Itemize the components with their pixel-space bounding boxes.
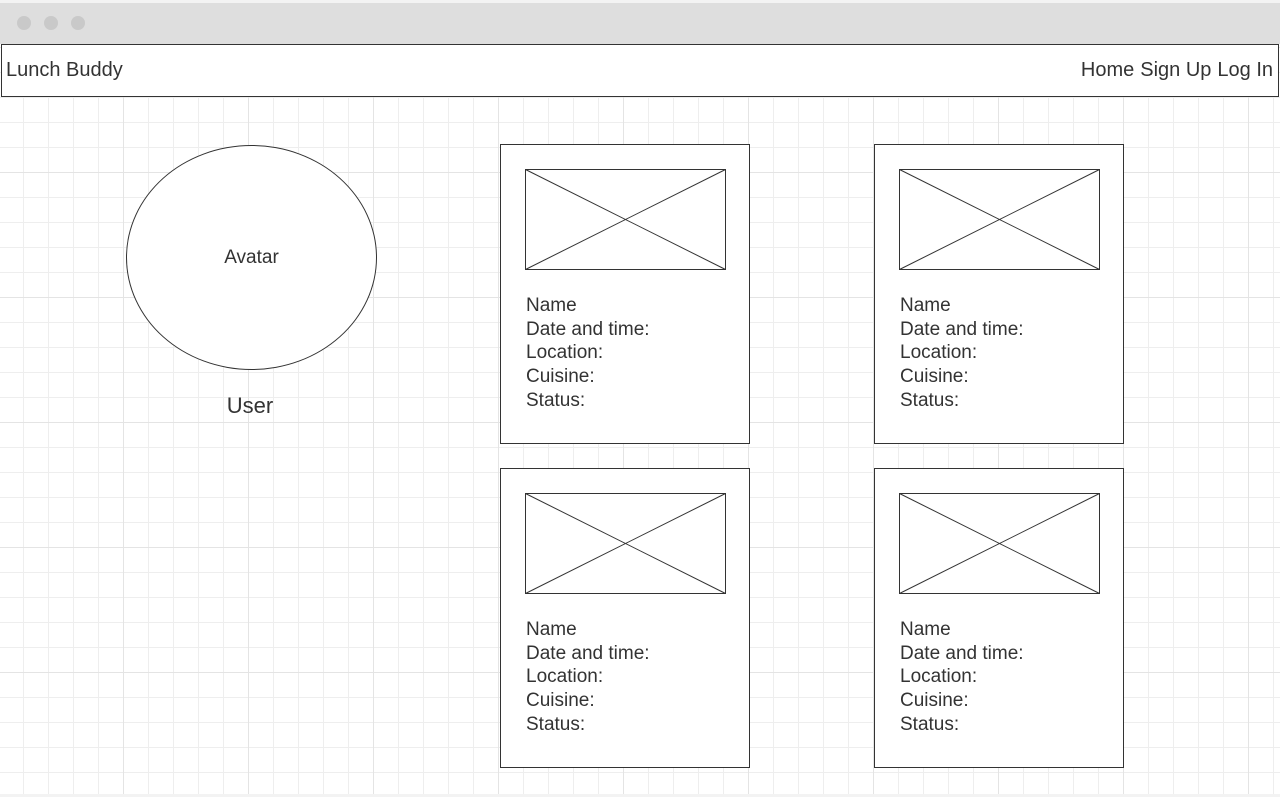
user-name: User xyxy=(226,393,274,418)
image-placeholder-icon xyxy=(899,169,1100,270)
nav-links: Home Sign Up Log In xyxy=(1081,59,1273,82)
card-name: Name xyxy=(526,619,577,640)
lunch-card[interactable]: Name Date and time: Location: Cuisine: S… xyxy=(874,468,1124,768)
card-location: Location: xyxy=(526,342,604,364)
card-location: Location: xyxy=(526,666,604,688)
card-cuisine: Cuisine: xyxy=(900,366,969,388)
minimize-window-dot[interactable] xyxy=(44,16,58,30)
avatar[interactable]: Avatar xyxy=(126,145,377,370)
card-status: Status: xyxy=(526,389,586,411)
lunch-card[interactable]: Name Date and time: Location: Cuisine: S… xyxy=(874,144,1124,444)
card-name: Name xyxy=(900,295,951,316)
navbar: Lunch Buddy Home Sign Up Log In xyxy=(1,44,1279,97)
card-location: Location: xyxy=(900,666,978,688)
window-titlebar xyxy=(0,3,1280,44)
card-name: Name xyxy=(900,619,951,640)
brand-logo-text[interactable]: Lunch Buddy xyxy=(6,59,123,82)
card-date-time: Date and time: xyxy=(526,318,650,340)
card-date-time: Date and time: xyxy=(526,642,650,664)
card-cuisine: Cuisine: xyxy=(526,366,595,388)
nav-link-log-in[interactable]: Log In xyxy=(1217,59,1273,82)
card-fields: Name Date and time: Location: Cuisine: S… xyxy=(526,618,650,737)
nav-link-home[interactable]: Home xyxy=(1081,59,1134,82)
nav-link-sign-up[interactable]: Sign Up xyxy=(1140,59,1211,82)
card-fields: Name Date and time: Location: Cuisine: S… xyxy=(900,618,1024,737)
card-location: Location: xyxy=(900,342,978,364)
card-name: Name xyxy=(526,295,577,316)
avatar-label: Avatar xyxy=(224,246,279,268)
image-placeholder-icon xyxy=(525,169,726,270)
card-status: Status: xyxy=(526,713,586,735)
image-placeholder-icon xyxy=(899,493,1100,594)
card-cuisine: Cuisine: xyxy=(526,690,595,712)
maximize-window-dot[interactable] xyxy=(71,16,85,30)
lunch-card[interactable]: Name Date and time: Location: Cuisine: S… xyxy=(500,468,750,768)
card-status: Status: xyxy=(900,389,960,411)
close-window-dot[interactable] xyxy=(17,16,31,30)
card-cuisine: Cuisine: xyxy=(900,690,969,712)
card-date-time: Date and time: xyxy=(900,318,1024,340)
card-status: Status: xyxy=(900,713,960,735)
card-fields: Name Date and time: Location: Cuisine: S… xyxy=(900,294,1024,413)
card-fields: Name Date and time: Location: Cuisine: S… xyxy=(526,294,650,413)
lunch-card[interactable]: Name Date and time: Location: Cuisine: S… xyxy=(500,144,750,444)
card-date-time: Date and time: xyxy=(900,642,1024,664)
image-placeholder-icon xyxy=(525,493,726,594)
